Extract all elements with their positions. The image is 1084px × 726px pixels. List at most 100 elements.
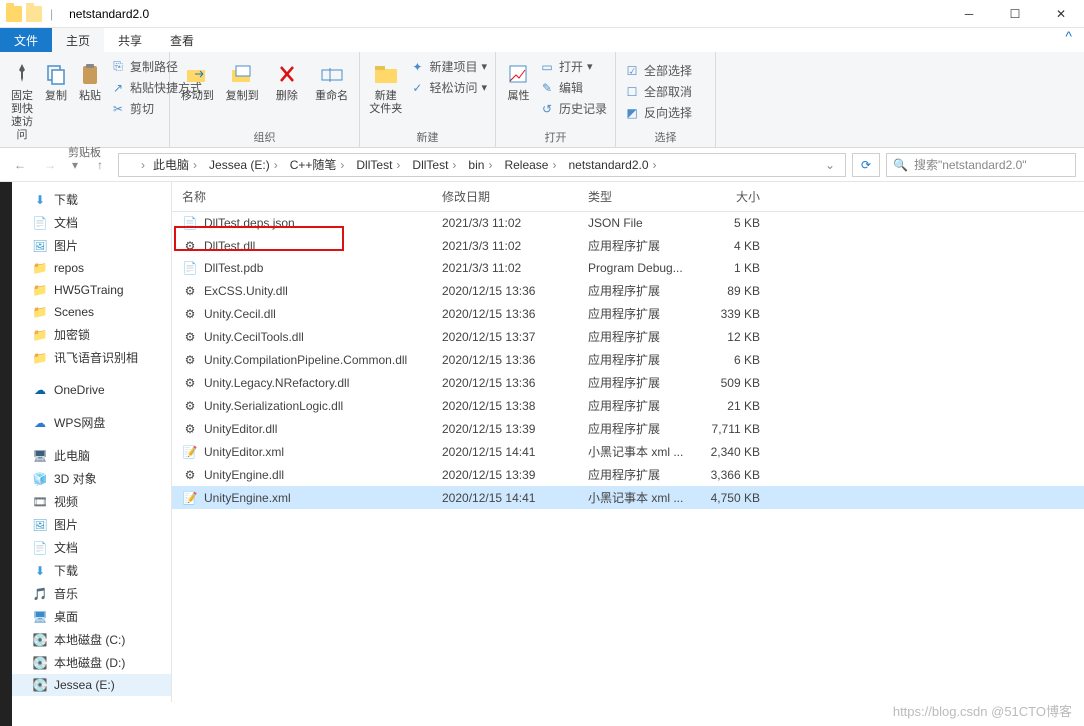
edit-button[interactable]: ✎编辑	[539, 79, 607, 96]
invert-selection-button[interactable]: ◩反向选择	[624, 104, 692, 121]
nav-tree[interactable]: ⬇下载📄文档🖼图片📁repos📁HW5GTraing📁Scenes📁加密锁📁讯飞…	[12, 182, 172, 702]
tree-item[interactable]: 📄文档	[12, 536, 171, 559]
easy-access-button[interactable]: ✓轻松访问 ▾	[409, 79, 487, 96]
close-button[interactable]: ✕	[1038, 0, 1084, 28]
move-to-button[interactable]: 移动到	[178, 56, 217, 103]
refresh-button[interactable]: ⟳	[852, 153, 880, 177]
col-name[interactable]: 名称	[172, 182, 432, 211]
tab-home[interactable]: 主页	[52, 28, 104, 52]
address-dropdown-icon[interactable]: ⌄	[819, 158, 841, 172]
forward-button[interactable]: →	[38, 153, 62, 177]
breadcrumb-item[interactable]: Jessea (E:)›	[203, 158, 284, 172]
tree-item[interactable]: 🖼图片	[12, 234, 171, 257]
file-size: 3,366 KB	[694, 465, 770, 485]
tree-item[interactable]: 🎵音乐	[12, 582, 171, 605]
breadcrumb-item[interactable]: netstandard2.0›	[562, 158, 662, 172]
open-button[interactable]: ▭打开 ▾	[539, 58, 607, 75]
pin-icon	[8, 60, 36, 88]
file-row[interactable]: 📝UnityEditor.xml2020/12/15 14:41小黑记事本 xm…	[172, 440, 1084, 463]
file-row[interactable]: ⚙Unity.Legacy.NRefactory.dll2020/12/15 1…	[172, 371, 1084, 394]
file-row[interactable]: 📝UnityEngine.xml2020/12/15 14:41小黑记事本 xm…	[172, 486, 1084, 509]
tree-item[interactable]: 📁repos	[12, 257, 171, 279]
address-bar[interactable]: › 此电脑›Jessea (E:)›C++随笔›DllTest›DllTest›…	[118, 153, 846, 177]
file-row[interactable]: ⚙Unity.SerializationLogic.dll2020/12/15 …	[172, 394, 1084, 417]
history-button[interactable]: ↺历史记录	[539, 100, 607, 117]
select-none-button[interactable]: ☐全部取消	[624, 83, 692, 100]
file-row[interactable]: 📄DllTest.pdb2021/3/3 11:02Program Debug.…	[172, 257, 1084, 279]
col-type[interactable]: 类型	[578, 182, 694, 211]
copy-to-button[interactable]: 复制到	[223, 56, 262, 103]
file-type: 应用程序扩展	[578, 348, 694, 371]
paste-button[interactable]: 粘贴	[76, 56, 104, 103]
copy-to-icon	[228, 60, 256, 88]
minimize-button[interactable]: ─	[946, 0, 992, 28]
up-button[interactable]: ↑	[88, 153, 112, 177]
select-all-button[interactable]: ☑全部选择	[624, 62, 692, 79]
file-row[interactable]: ⚙UnityEditor.dll2020/12/15 13:39应用程序扩展7,…	[172, 417, 1084, 440]
tree-label: Jessea (E:)	[54, 678, 115, 692]
highlight-box	[174, 226, 344, 251]
tree-item[interactable]: 📁HW5GTraing	[12, 279, 171, 301]
tree-item[interactable]: ⬇下载	[12, 188, 171, 211]
column-headers[interactable]: 名称 修改日期 类型 大小	[172, 182, 1084, 212]
file-type: 小黑记事本 xml ...	[578, 486, 694, 509]
file-row[interactable]: ⚙Unity.Cecil.dll2020/12/15 13:36应用程序扩展33…	[172, 302, 1084, 325]
tree-item[interactable]: 🖥此电脑	[12, 444, 171, 467]
search-input[interactable]: 🔍 搜索"netstandard2.0"	[886, 153, 1076, 177]
ribbon: 固定到快 速访问 复制 粘贴 ⎘复制路径 ↗粘贴快捷方式 ✂剪切 剪贴板 移动到…	[0, 52, 1084, 148]
tree-label: 下载	[54, 562, 78, 579]
tree-label: 音乐	[54, 585, 78, 602]
file-type: 应用程序扩展	[578, 463, 694, 486]
file-size: 339 KB	[694, 304, 770, 324]
tree-item[interactable]: 📄文档	[12, 211, 171, 234]
file-row[interactable]: ⚙Unity.CompilationPipeline.Common.dll202…	[172, 348, 1084, 371]
file-row[interactable]: ⚙UnityEngine.dll2020/12/15 13:39应用程序扩展3,…	[172, 463, 1084, 486]
file-size: 12 KB	[694, 327, 770, 347]
tree-item[interactable]: 🖥桌面	[12, 605, 171, 628]
new-item-button[interactable]: ✦新建项目 ▾	[409, 58, 487, 75]
watermark: https://blog.csdn @51CTO博客	[893, 701, 1072, 720]
chevron-right-icon[interactable]: ›	[141, 158, 145, 172]
properties-button[interactable]: 属性	[504, 56, 533, 103]
tree-item[interactable]: ☁WPS网盘	[12, 411, 171, 434]
tree-item[interactable]: 💽本地磁盘 (C:)	[12, 628, 171, 651]
tree-item[interactable]: 💽本地磁盘 (D:)	[12, 651, 171, 674]
breadcrumb-item[interactable]: DllTest›	[350, 158, 406, 172]
shortcut-icon: ↗	[110, 80, 126, 96]
tree-item[interactable]: 🖼图片	[12, 513, 171, 536]
tab-share[interactable]: 共享	[104, 28, 156, 52]
copy-button[interactable]: 复制	[42, 56, 70, 103]
breadcrumb-item[interactable]: Release›	[498, 158, 562, 172]
rename-button[interactable]: 重命名	[312, 56, 351, 103]
tree-item[interactable]: 💽Jessea (E:)	[12, 674, 171, 696]
col-size[interactable]: 大小	[694, 182, 770, 211]
ribbon-collapse-icon[interactable]: ^	[1053, 28, 1084, 52]
tree-item[interactable]: 🧊3D 对象	[12, 467, 171, 490]
file-row[interactable]: ⚙ExCSS.Unity.dll2020/12/15 13:36应用程序扩展89…	[172, 279, 1084, 302]
pin-button[interactable]: 固定到快 速访问	[8, 56, 36, 142]
breadcrumb-item[interactable]: C++随笔›	[284, 156, 351, 173]
tree-item[interactable]: ⬇下载	[12, 559, 171, 582]
delete-button[interactable]: 删除	[268, 56, 307, 103]
breadcrumb-item[interactable]: bin›	[462, 158, 498, 172]
tree-icon: 🎞	[32, 494, 48, 510]
tree-item[interactable]: 🎞视频	[12, 490, 171, 513]
back-button[interactable]: ←	[8, 153, 32, 177]
tree-item[interactable]: 📁讯飞语音识别相	[12, 346, 171, 369]
tree-item[interactable]: 📁加密锁	[12, 323, 171, 346]
tab-file[interactable]: 文件	[0, 28, 52, 52]
breadcrumb-item[interactable]: DllTest›	[406, 158, 462, 172]
window-title: netstandard2.0	[69, 7, 149, 21]
tree-icon: 📁	[32, 304, 48, 320]
file-row[interactable]: ⚙Unity.CecilTools.dll2020/12/15 13:37应用程…	[172, 325, 1084, 348]
tree-item[interactable]: ☁OneDrive	[12, 379, 171, 401]
maximize-button[interactable]: ☐	[992, 0, 1038, 28]
new-folder-button[interactable]: 新建 文件夹	[368, 56, 403, 116]
file-size: 4 KB	[694, 236, 770, 256]
tab-view[interactable]: 查看	[156, 28, 208, 52]
tree-item[interactable]: 📁Scenes	[12, 301, 171, 323]
recent-button[interactable]: ▾	[68, 153, 82, 177]
file-icon: ⚙	[182, 306, 198, 322]
breadcrumb-item[interactable]: 此电脑›	[147, 156, 203, 173]
col-date[interactable]: 修改日期	[432, 182, 578, 211]
